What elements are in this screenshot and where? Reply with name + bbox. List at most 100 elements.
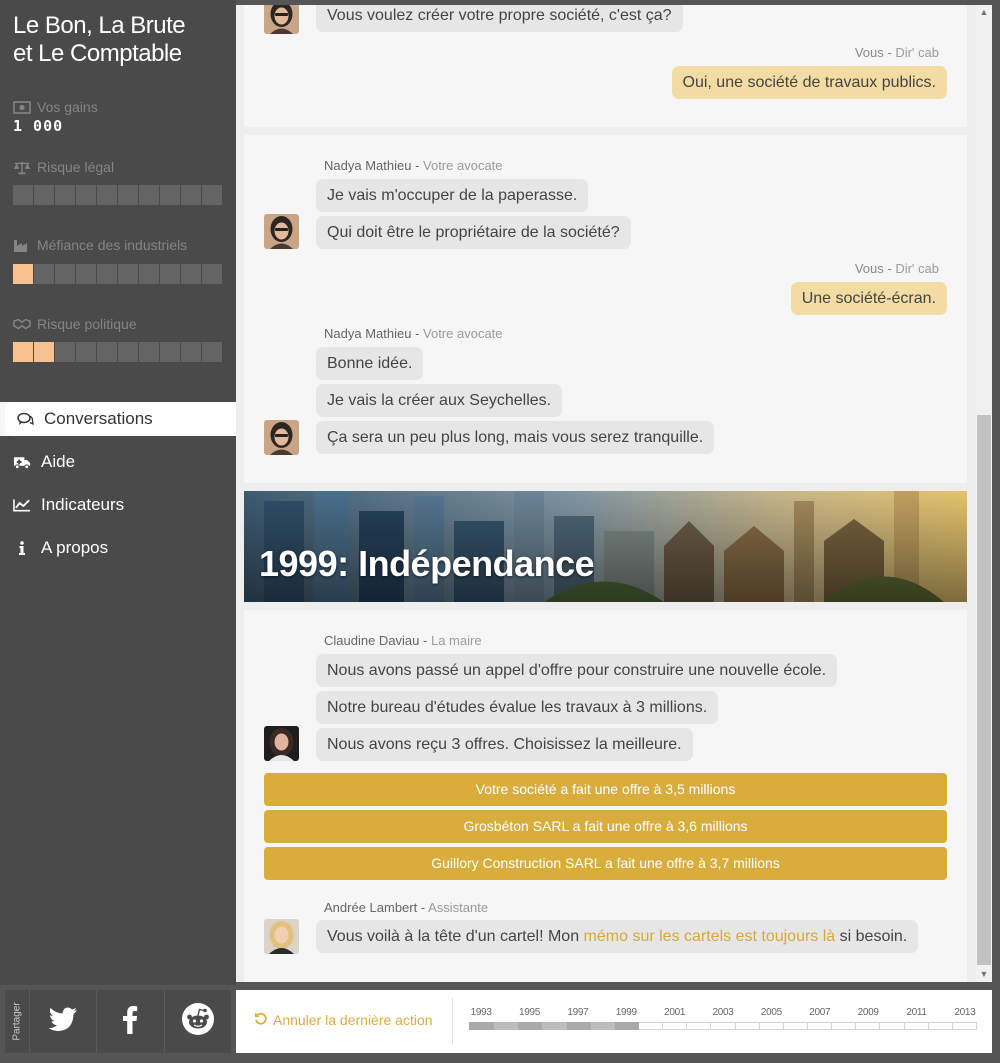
timeline-year-label: 2007 [809, 1007, 831, 1018]
meter-segment [97, 342, 117, 362]
conversation-card: Nadya Mathieu - Votre avocate Je vais m'… [244, 135, 967, 483]
speaker-label: Claudine Daviau - La maire [324, 633, 482, 648]
chat-bubbles-icon [16, 412, 34, 426]
message-bubble: Nous avons reçu 3 offres. Choisissez la … [316, 728, 693, 761]
meter-segment [76, 342, 96, 362]
speaker-label: Andrée Lambert - Assistante [324, 900, 489, 915]
nav-item-a-propos[interactable]: A propos [13, 531, 108, 565]
timeline-year-label: 1993 [470, 1007, 492, 1018]
legal-risk-label: Risque légal [13, 159, 114, 175]
speaker-label: Nadya Mathieu - Votre avocate [324, 326, 503, 341]
share-twitter-button[interactable] [29, 990, 96, 1053]
timeline-cell [469, 1022, 495, 1030]
meter-segment [202, 342, 222, 362]
handshake-icon [13, 317, 31, 331]
message-bubble: Nous avons passé un appel d'offre pour c… [316, 654, 838, 687]
meter-segment [139, 185, 159, 205]
meter-segment [139, 264, 159, 284]
meter-segment [160, 342, 180, 362]
meter-segment [13, 342, 33, 362]
message-bubble-me: Oui, une société de travaux publics. [671, 66, 947, 99]
message-bubble: Je vais la créer aux Seychelles. [316, 384, 563, 417]
undo-icon [254, 1012, 267, 1028]
timeline-cell [880, 1022, 905, 1030]
timeline-cell [856, 1022, 881, 1030]
timeline-cell [928, 1022, 953, 1030]
timeline-cell [711, 1022, 736, 1030]
sidebar-stats-panel: Le Bon, La Brute et Le Comptable Vos gai… [0, 0, 236, 402]
share-reddit-button[interactable] [163, 990, 231, 1053]
meter-segment [34, 185, 54, 205]
offer-choice-grosbeton[interactable]: Grosbéton SARL a fait une offre à 3,6 mi… [264, 810, 947, 843]
meter-segment [160, 264, 180, 284]
meter-segment [139, 342, 159, 362]
scroll-up-arrow[interactable]: ▲ [976, 5, 992, 19]
info-icon [13, 541, 31, 555]
timeline-year-label: 2009 [857, 1007, 879, 1018]
meter-segment [55, 342, 75, 362]
speaker-label: Nadya Mathieu - Votre avocate [324, 158, 503, 173]
cartel-memo-link[interactable]: mémo sur les cartels est toujours là [584, 928, 836, 945]
avatar-nadya-mathieu [264, 214, 299, 249]
meter-segment [13, 185, 33, 205]
facebook-icon [122, 1005, 138, 1039]
meter-segment [181, 264, 201, 284]
speaker-label-me: Vous - Dir' cab [854, 45, 939, 60]
timeline-bar: Annuler la dernière action 1993 1995 1997 1… [236, 990, 992, 1053]
message-bubble: Ça sera un peu plus long, mais vous sere… [316, 421, 715, 454]
nav-item-indicateurs[interactable]: Indicateurs [13, 488, 124, 522]
message-bubble: Bonne idée. [316, 347, 424, 380]
chapter-banner: 1999: Indépendance [244, 491, 967, 602]
meter-segment [55, 185, 75, 205]
timeline-year-label: 2003 [712, 1007, 734, 1018]
undo-button[interactable]: Annuler la dernière action [254, 1012, 433, 1028]
message-bubble-me: Une société-écran. [790, 282, 947, 315]
timeline-year-label: 1995 [518, 1007, 540, 1018]
meter-segment [181, 185, 201, 205]
chapter-title: 1999: Indépendance [259, 543, 595, 584]
meter-segment [118, 185, 138, 205]
reddit-icon [181, 1002, 215, 1041]
timeline-year-label: 2001 [664, 1007, 686, 1018]
meter-segment [97, 185, 117, 205]
money-icon [13, 100, 31, 114]
timeline-cell [663, 1022, 688, 1030]
conversation-card: Claudine Daviau - La maire Nous avons pa… [244, 610, 967, 982]
timeline-year-label: 2011 [906, 1007, 927, 1018]
timeline-cell [494, 1022, 519, 1030]
timeline-cell [566, 1022, 591, 1030]
nav-item-aide[interactable]: Aide [13, 445, 75, 479]
message-bubble: Qui doit être le propriétaire de la soci… [316, 216, 631, 249]
ambulance-icon [13, 455, 31, 469]
avatar-claudine-daviau [264, 726, 299, 761]
timeline-cell [590, 1022, 615, 1030]
offer-choice-guillory[interactable]: Guillory Construction SARL a fait une of… [264, 847, 947, 880]
timeline-cell [759, 1022, 784, 1030]
conversation-card: Vous voulez créer votre propre société, … [244, 5, 967, 127]
offer-choice-own-company[interactable]: Votre société a fait une offre à 3,5 mil… [264, 773, 947, 806]
line-chart-icon [13, 498, 31, 512]
timeline-cell [638, 1022, 664, 1030]
chat-scrollbar[interactable]: ▲ ▼ [976, 5, 992, 982]
avatar-andree-lambert [264, 919, 299, 954]
sidebar: Le Bon, La Brute et Le Comptable Vos gai… [0, 0, 236, 985]
nav-item-conversations[interactable]: Conversations [16, 402, 153, 436]
timeline-cell [687, 1022, 712, 1030]
twitter-icon [48, 1007, 78, 1037]
timeline-cell [542, 1022, 567, 1030]
meter-segment [76, 185, 96, 205]
scroll-down-arrow[interactable]: ▼ [976, 967, 992, 981]
political-risk-meter [13, 342, 222, 362]
political-risk-label: Risque politique [13, 316, 137, 332]
legal-risk-meter [13, 185, 222, 205]
message-bubble: Je vais m'occuper de la paperasse. [316, 179, 589, 212]
avatar-nadya-mathieu [264, 5, 299, 34]
message-bubble: Notre bureau d'études évalue les travaux… [316, 691, 719, 724]
meter-segment [202, 185, 222, 205]
timeline-cell [807, 1022, 833, 1030]
factory-icon [13, 238, 31, 252]
conversation-panel[interactable]: Vous voulez créer votre propre société, … [236, 5, 992, 982]
share-facebook-button[interactable] [96, 990, 163, 1053]
timeline-cell [832, 1022, 857, 1030]
scroll-thumb[interactable] [977, 415, 991, 965]
